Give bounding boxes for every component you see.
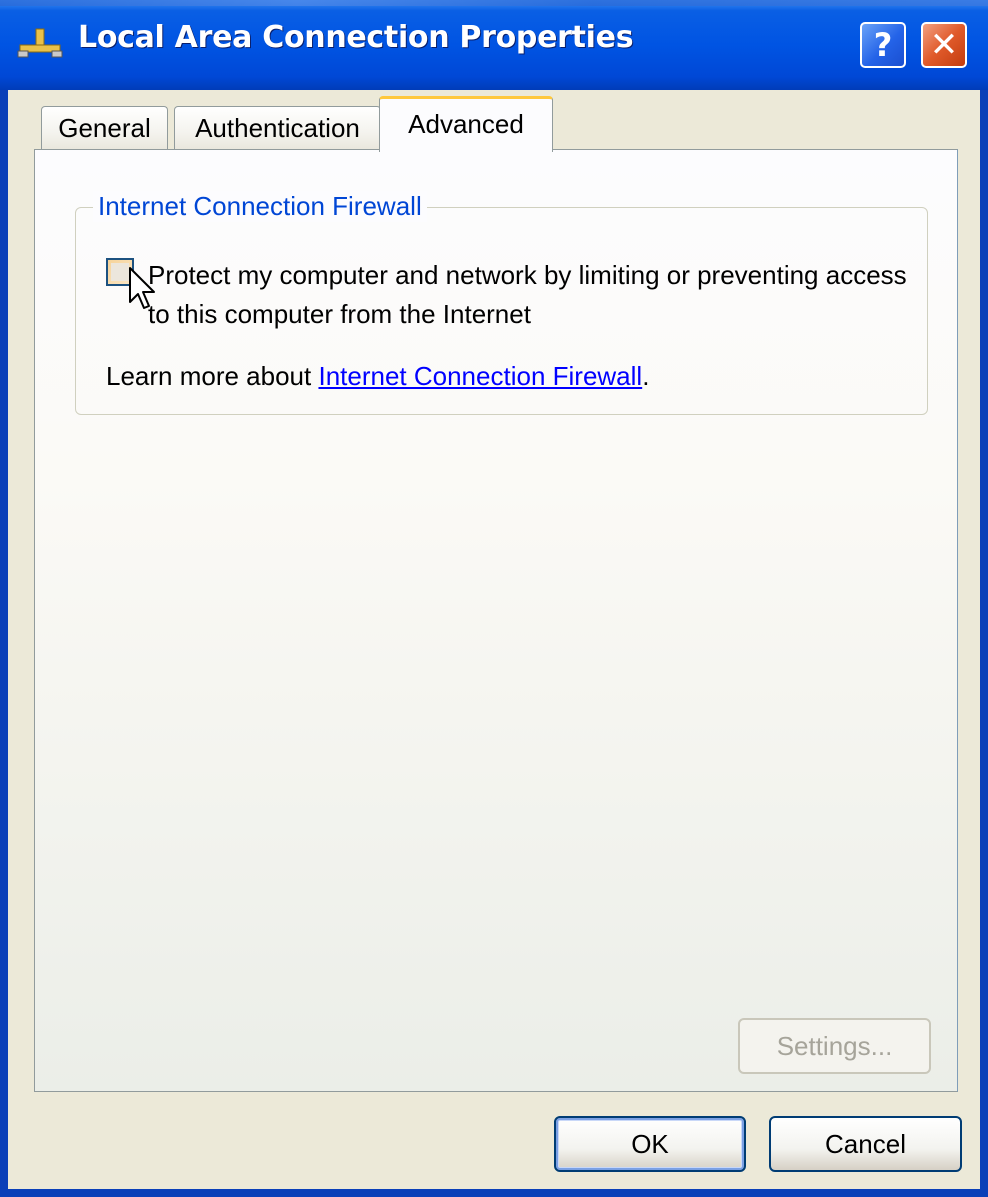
title-bar-highlight bbox=[0, 0, 988, 6]
cancel-button[interactable]: Cancel bbox=[769, 1116, 962, 1172]
title-bar[interactable]: Local Area Connection Properties ? ✕ bbox=[0, 0, 988, 90]
tab-authentication[interactable]: Authentication bbox=[174, 106, 381, 150]
window-title: Local Area Connection Properties bbox=[78, 20, 634, 55]
learn-more-link[interactable]: Internet Connection Firewall bbox=[318, 361, 642, 391]
learn-more-suffix: . bbox=[642, 361, 650, 391]
network-connection-icon bbox=[17, 28, 63, 58]
tab-general[interactable]: General bbox=[41, 106, 168, 150]
properties-dialog: Local Area Connection Properties ? ✕ Gen… bbox=[0, 0, 988, 1197]
firewall-checkbox-label[interactable]: Protect my computer and network by limit… bbox=[148, 256, 908, 334]
checkbox-face bbox=[111, 263, 129, 281]
learn-more-prefix: Learn more about bbox=[106, 361, 319, 391]
tab-advanced[interactable]: Advanced bbox=[379, 96, 553, 152]
tab-panel-advanced: Internet Connection Firewall Protect my … bbox=[34, 149, 958, 1092]
help-button[interactable]: ? bbox=[860, 22, 906, 68]
learn-more-text: Learn more about Internet Connection Fir… bbox=[106, 361, 649, 392]
dialog-client-area: General Authentication Advanced Internet… bbox=[8, 90, 980, 1189]
settings-button[interactable]: Settings... bbox=[738, 1018, 931, 1074]
firewall-groupbox: Internet Connection Firewall Protect my … bbox=[75, 191, 928, 415]
ok-button[interactable]: OK bbox=[554, 1116, 746, 1172]
groupbox-legend: Internet Connection Firewall bbox=[93, 191, 427, 222]
mouse-pointer-icon bbox=[129, 267, 155, 309]
close-button[interactable]: ✕ bbox=[921, 22, 967, 68]
